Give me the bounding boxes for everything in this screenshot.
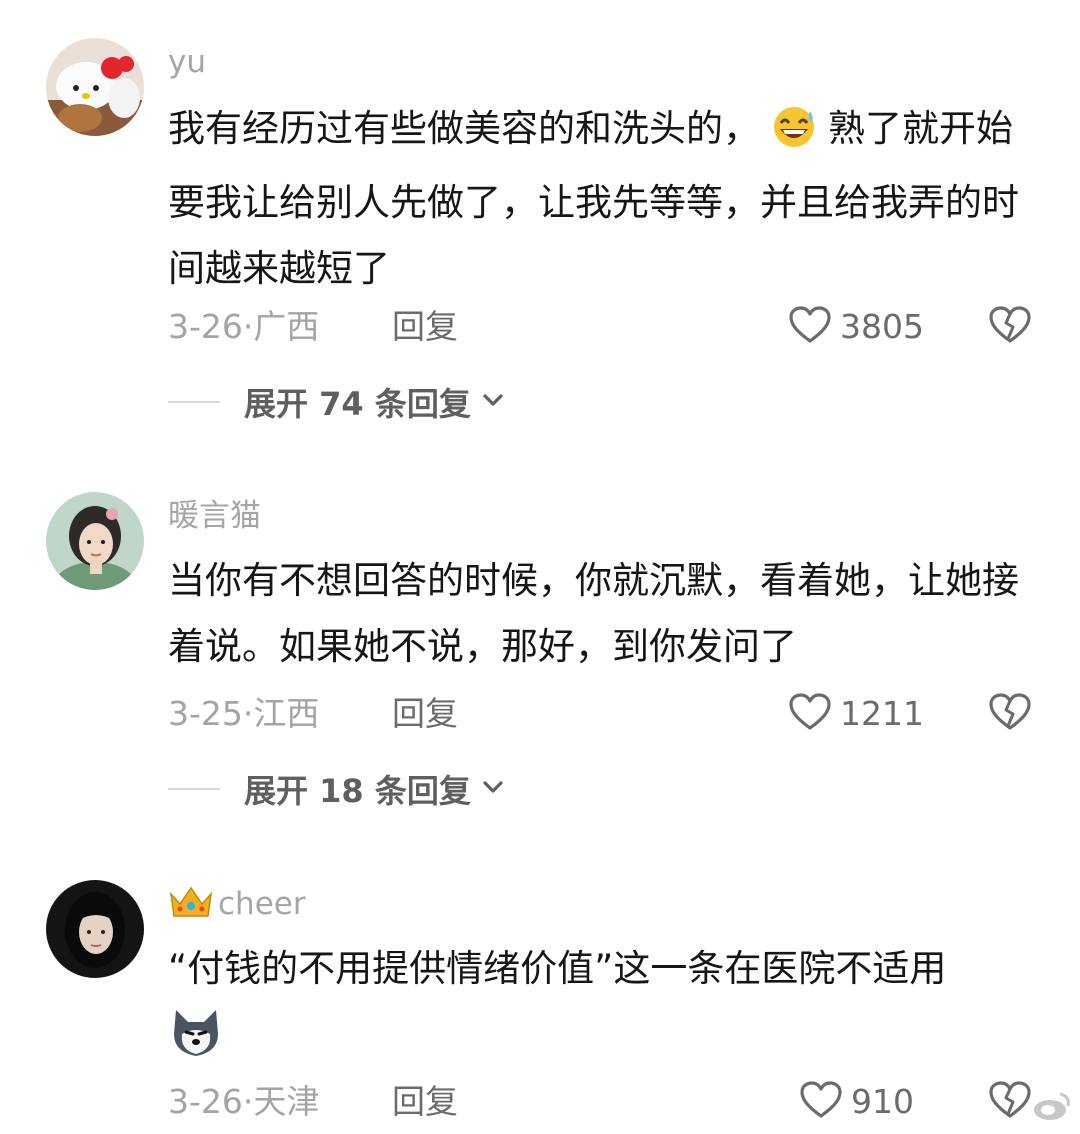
reply-button[interactable]: 回复 [392,1080,458,1124]
avatar[interactable] [46,880,144,978]
comment-date: 3-26 [168,1082,243,1121]
username-text: cheer [218,886,306,922]
watermark-logo [1032,1090,1072,1122]
weibo-logo-icon [1034,1092,1070,1120]
separator-dot: · [242,1082,254,1121]
comment-username[interactable]: cheer [168,884,306,930]
like-button[interactable]: 910 [799,1080,914,1124]
dislike-broken-heart-icon[interactable] [988,1080,1032,1124]
crown-icon [168,884,214,930]
husky-dog-emoji-icon [168,1004,224,1060]
heart-outline-icon [799,1080,843,1124]
comment-item: cheer “付钱的不用提供情绪价值”这一条在医院不适用 3-26·天津 回复 … [0,0,1080,1134]
comment-location: 天津 [253,1082,320,1121]
woman-dark-avatar-image [46,880,144,978]
like-count: 910 [851,1082,914,1121]
comment-text: “付钱的不用提供情绪价值”这一条在医院不适用 [168,947,947,990]
comment-meta: 3-26·天津 [168,1080,319,1124]
